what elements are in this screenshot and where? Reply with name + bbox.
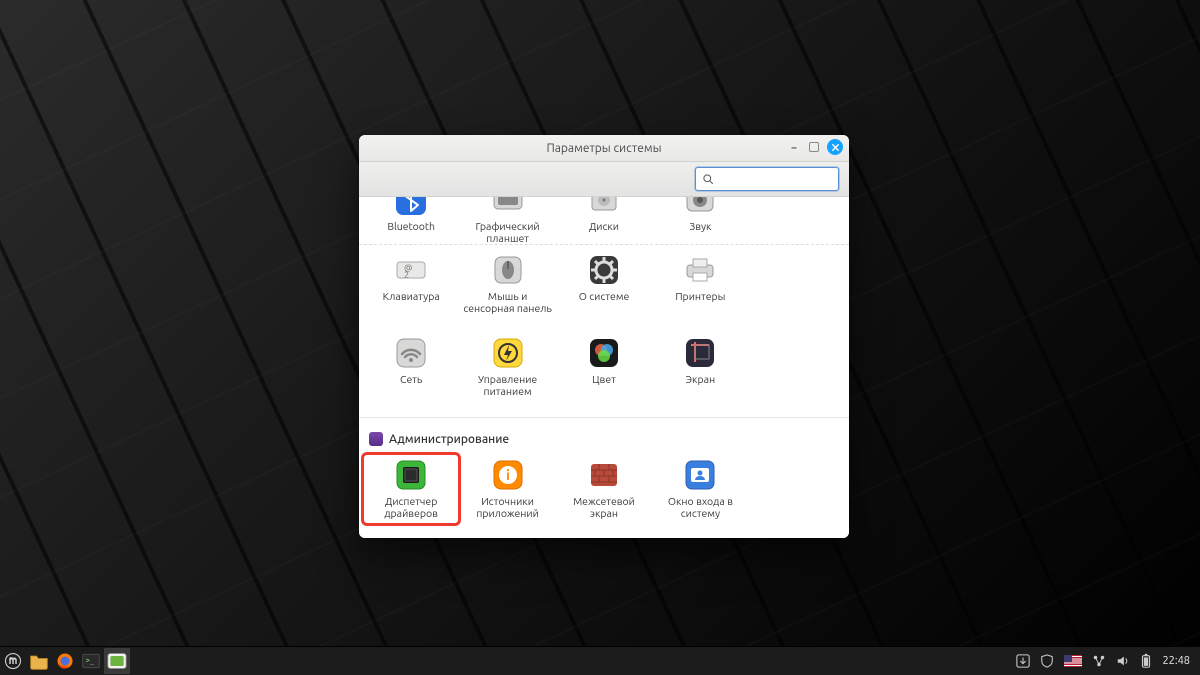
bluetooth-icon	[394, 205, 428, 217]
svg-text:>_: >_	[86, 657, 95, 665]
item-label: Диспетчер драйверов	[365, 495, 457, 519]
taskbar-terminal[interactable]: >_	[78, 648, 104, 674]
item-bluetooth[interactable]: Bluetooth	[363, 201, 459, 248]
system-settings-window: Параметры системы –	[359, 135, 849, 538]
wifi-icon	[394, 336, 428, 370]
terminal-icon: >_	[82, 653, 100, 669]
section-header-admin: Администрирование	[359, 417, 849, 450]
disks-icon	[587, 205, 621, 217]
item-login-window[interactable]: Окно входа в систему	[652, 454, 748, 523]
taskbar: >_ 22:48	[0, 646, 1200, 675]
item-label: Окно входа в систему	[654, 495, 746, 519]
item-network[interactable]: Сеть	[363, 332, 459, 401]
taskbar-files[interactable]	[26, 648, 52, 674]
item-about[interactable]: О системе	[556, 249, 652, 318]
update-icon[interactable]	[1016, 654, 1030, 668]
item-label: Графический планшет	[462, 220, 554, 244]
maximize-button[interactable]	[809, 142, 819, 152]
firefox-icon	[56, 652, 74, 670]
settings-content: Bluetooth Графический планшет Диски	[359, 197, 849, 538]
hardware-grid-row2: @2 Клавиатура Мышь и сенсорная панель О …	[359, 245, 849, 328]
item-label: Клавиатура	[383, 290, 440, 312]
item-driver-manager[interactable]: Диспетчер драйверов	[363, 454, 459, 523]
sources-icon: i	[491, 458, 525, 492]
admin-grid-row2: Пользователи и группы	[359, 534, 849, 539]
item-mouse[interactable]: Мышь и сенсорная панель	[459, 249, 555, 318]
item-label: Принтеры	[675, 290, 725, 312]
display-icon	[683, 336, 717, 370]
item-disks[interactable]: Диски	[556, 201, 652, 248]
sound-icon	[683, 205, 717, 217]
item-label: Управление питанием	[462, 373, 554, 397]
item-power[interactable]: Управление питанием	[459, 332, 555, 401]
item-color[interactable]: Цвет	[556, 332, 652, 401]
hardware-grid-row3: Сеть Управление питанием Цвет	[359, 328, 849, 411]
folder-icon	[29, 652, 49, 670]
shield-icon[interactable]	[1040, 654, 1054, 668]
clock[interactable]: 22:48	[1162, 655, 1190, 667]
item-label: Сеть	[400, 373, 422, 395]
gear-icon	[587, 253, 621, 287]
driver-icon	[394, 458, 428, 492]
svg-text:2: 2	[404, 270, 409, 280]
window-controls: –	[787, 139, 843, 155]
item-label: Звук	[689, 220, 711, 242]
color-icon	[587, 336, 621, 370]
mint-logo-icon	[4, 652, 22, 670]
titlebar[interactable]: Параметры системы –	[359, 135, 849, 162]
taskbar-firefox[interactable]	[52, 648, 78, 674]
item-software-sources[interactable]: i Источники приложений	[459, 454, 555, 523]
login-icon	[683, 458, 717, 492]
toolbar	[359, 162, 849, 197]
item-label: Источники приложений	[462, 495, 554, 519]
section-title: Администрирование	[389, 433, 509, 446]
item-keyboard[interactable]: @2 Клавиатура	[363, 249, 459, 318]
item-label: Экран	[686, 373, 716, 395]
network-tray-icon[interactable]	[1092, 654, 1106, 668]
search-field[interactable]	[695, 167, 839, 191]
keyboard-icon: @2	[394, 253, 428, 287]
svg-text:i: i	[506, 467, 510, 483]
mouse-icon	[491, 253, 525, 287]
taskbar-system-settings[interactable]	[104, 648, 130, 674]
item-sound[interactable]: Звук	[652, 201, 748, 248]
item-printers[interactable]: Принтеры	[652, 249, 748, 318]
battery-icon[interactable]	[1140, 653, 1152, 669]
keyboard-layout-flag[interactable]	[1064, 655, 1082, 667]
desktop: Параметры системы –	[0, 0, 1200, 675]
admin-section-icon	[369, 432, 383, 446]
printer-icon	[683, 253, 717, 287]
item-users-groups[interactable]: Пользователи и группы	[363, 538, 459, 539]
volume-icon[interactable]	[1116, 654, 1130, 668]
item-label: Межсетевой экран	[558, 495, 650, 519]
menu-button[interactable]	[0, 648, 26, 674]
item-label: О системе	[579, 290, 630, 312]
item-label: Bluetooth	[387, 220, 435, 242]
item-label: Мышь и сенсорная панель	[462, 290, 554, 314]
item-label: Диски	[589, 220, 619, 242]
firewall-icon	[587, 458, 621, 492]
window-title: Параметры системы	[546, 142, 661, 155]
close-button[interactable]	[827, 139, 843, 155]
item-label: Цвет	[592, 373, 616, 395]
search-icon	[702, 173, 714, 185]
power-icon	[491, 336, 525, 370]
settings-app-icon	[107, 652, 127, 670]
system-tray: 22:48	[1006, 653, 1200, 669]
item-tablet[interactable]: Графический планшет	[459, 201, 555, 248]
tablet-icon	[491, 205, 525, 217]
item-display[interactable]: Экран	[652, 332, 748, 401]
minimize-button[interactable]: –	[787, 140, 801, 154]
admin-grid-row1: Диспетчер драйверов i Источники приложен…	[359, 450, 849, 533]
search-input[interactable]	[714, 172, 849, 186]
item-firewall[interactable]: Межсетевой экран	[556, 454, 652, 523]
